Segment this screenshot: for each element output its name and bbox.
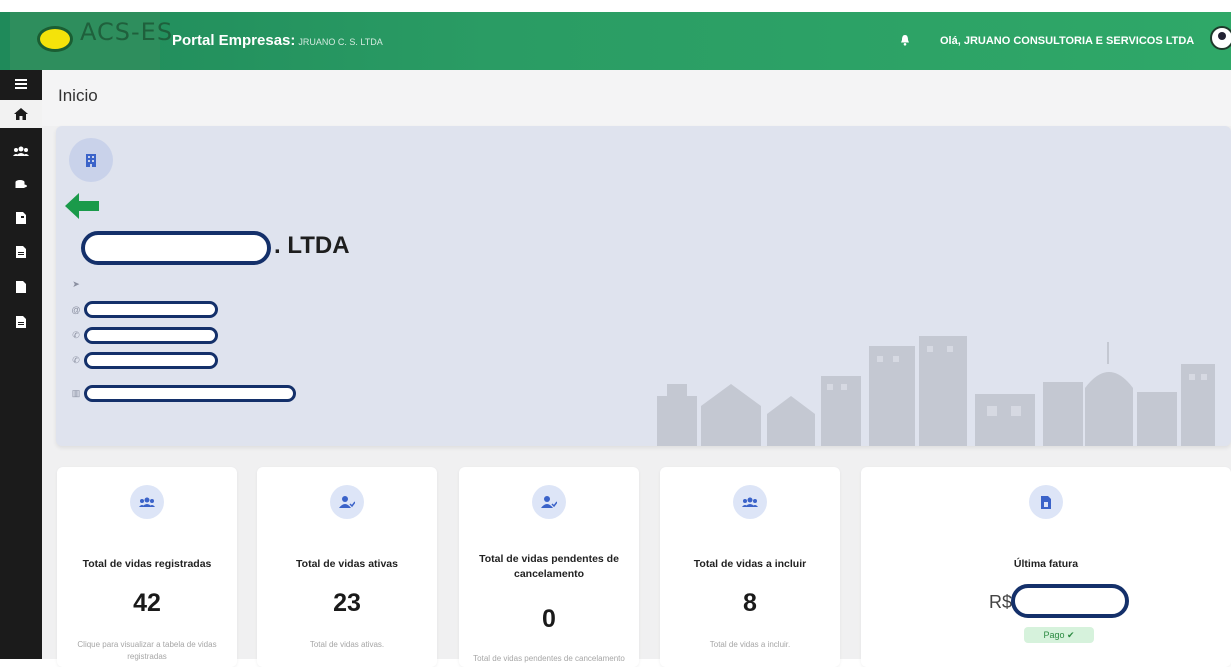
invoice-icon: [1041, 495, 1051, 509]
portal-title-label: Portal Empresas:: [172, 32, 296, 49]
file-text-icon: [16, 316, 26, 328]
stat-icon-circle: [330, 485, 364, 519]
stat-title: Total de vidas a incluir: [693, 558, 807, 570]
stat-icon-circle: [130, 485, 164, 519]
company-email-row: @: [70, 301, 218, 318]
sidebar-item-reports[interactable]: [0, 238, 42, 266]
email-redacted: [84, 301, 218, 318]
sidebar: [0, 70, 42, 659]
stat-subtitle: Total de vidas a incluir.: [709, 640, 791, 649]
phone-redacted: [84, 352, 218, 369]
stat-icon-circle: [1029, 485, 1063, 519]
page-header: Inicio: [42, 70, 1231, 126]
location-arrow-icon: ➤: [72, 278, 80, 289]
company-phone-row-1: ✆: [70, 327, 218, 344]
users-icon: [742, 497, 758, 507]
portal-title: Portal Empresas: JRUANO C. S. LTDA: [172, 32, 383, 49]
company-card: . LTDA ➤ @ ✆ ✆ ▥: [56, 126, 1231, 446]
invoice-currency: R$: [989, 592, 1013, 612]
users-icon: [13, 146, 29, 156]
menu-icon: [15, 79, 27, 89]
stat-card-to-include: Total de vidas a incluir 8 Total de vida…: [660, 467, 840, 667]
stat-subtitle-link[interactable]: Clique para visualizar a tabela de vidas…: [67, 639, 227, 663]
file-text-icon: [16, 246, 26, 258]
company-name-redacted: [81, 231, 271, 265]
phone-icon: ✆: [72, 330, 80, 340]
sidebar-item-home[interactable]: [0, 100, 42, 128]
sidebar-item-documents[interactable]: [0, 204, 42, 232]
sidebar-item-users[interactable]: [0, 137, 42, 165]
page-title: Inicio: [58, 86, 98, 105]
stat-card-pending-cancel: Total de vidas pendentes de cancelamento…: [459, 467, 639, 667]
stat-title: Total de vidas pendentes de cancelamento: [479, 553, 619, 580]
stat-title: Total de vidas registradas: [82, 558, 212, 570]
file-icon: [16, 281, 26, 293]
stat-value: 23: [333, 589, 361, 617]
pointer-arrow-icon: [65, 193, 99, 219]
sidebar-item-invoices[interactable]: [0, 308, 42, 336]
stat-value: 42: [133, 589, 161, 617]
city-skyline-icon: [657, 336, 1215, 446]
company-address-row: ▥: [70, 385, 296, 402]
coins-icon: [15, 180, 27, 188]
invoice-title: Última fatura: [1013, 558, 1079, 570]
logo-sun-icon: [37, 26, 73, 52]
user-check-icon: [339, 496, 355, 508]
address-redacted: [84, 385, 296, 402]
stat-icon-circle: [733, 485, 767, 519]
company-phone-row-2: ✆: [70, 352, 218, 369]
stat-subtitle: Total de vidas pendentes de cancelamento: [473, 654, 625, 663]
stat-title: Total de vidas ativas: [296, 558, 398, 570]
invoice-card: Última fatura R$ Pago ✔: [861, 467, 1231, 667]
phone-redacted: [84, 327, 218, 344]
invoice-value-redacted: [1011, 584, 1129, 618]
company-avatar: [69, 138, 113, 182]
file-icon: [16, 212, 26, 224]
user-avatar-icon[interactable]: [1210, 26, 1231, 50]
logo-text: ACS-ES: [80, 18, 174, 46]
at-icon: @: [71, 304, 81, 315]
main-content: Inicio . LTDA ➤ @ ✆ ✆ ▥ Total de vidas r…: [42, 70, 1231, 667]
stat-card-registered[interactable]: Total de vidas registradas 42 Clique par…: [57, 467, 237, 667]
header-bar: ACS-ES Portal Empresas: JRUANO C. S. LTDA…: [0, 12, 1231, 70]
sidebar-item-files[interactable]: [0, 273, 42, 301]
sidebar-item-finance[interactable]: [0, 171, 42, 199]
top-strip: [0, 0, 1231, 12]
company-name: . LTDA: [274, 232, 350, 259]
user-greeting[interactable]: Olá, JRUANO CONSULTORIA E SERVICOS LTDA: [940, 35, 1194, 47]
user-check-icon: [541, 496, 557, 508]
building-icon: ▥: [71, 388, 81, 398]
stat-value: 0: [542, 605, 556, 633]
home-icon: [14, 108, 28, 120]
company-location-row: ➤: [70, 278, 84, 290]
stat-subtitle: Total de vidas ativas.: [309, 640, 385, 649]
users-icon: [139, 497, 155, 507]
stat-card-active: Total de vidas ativas 23 Total de vidas …: [257, 467, 437, 667]
building-icon: [86, 153, 96, 167]
phone-icon: ✆: [72, 355, 80, 365]
stat-icon-circle: [532, 485, 566, 519]
stat-value: 8: [743, 589, 757, 617]
portal-company-name: JRUANO C. S. LTDA: [298, 37, 383, 47]
bell-icon[interactable]: [899, 34, 911, 46]
sidebar-menu-toggle[interactable]: [0, 70, 42, 98]
status-badge: Pago ✔: [1024, 627, 1094, 643]
